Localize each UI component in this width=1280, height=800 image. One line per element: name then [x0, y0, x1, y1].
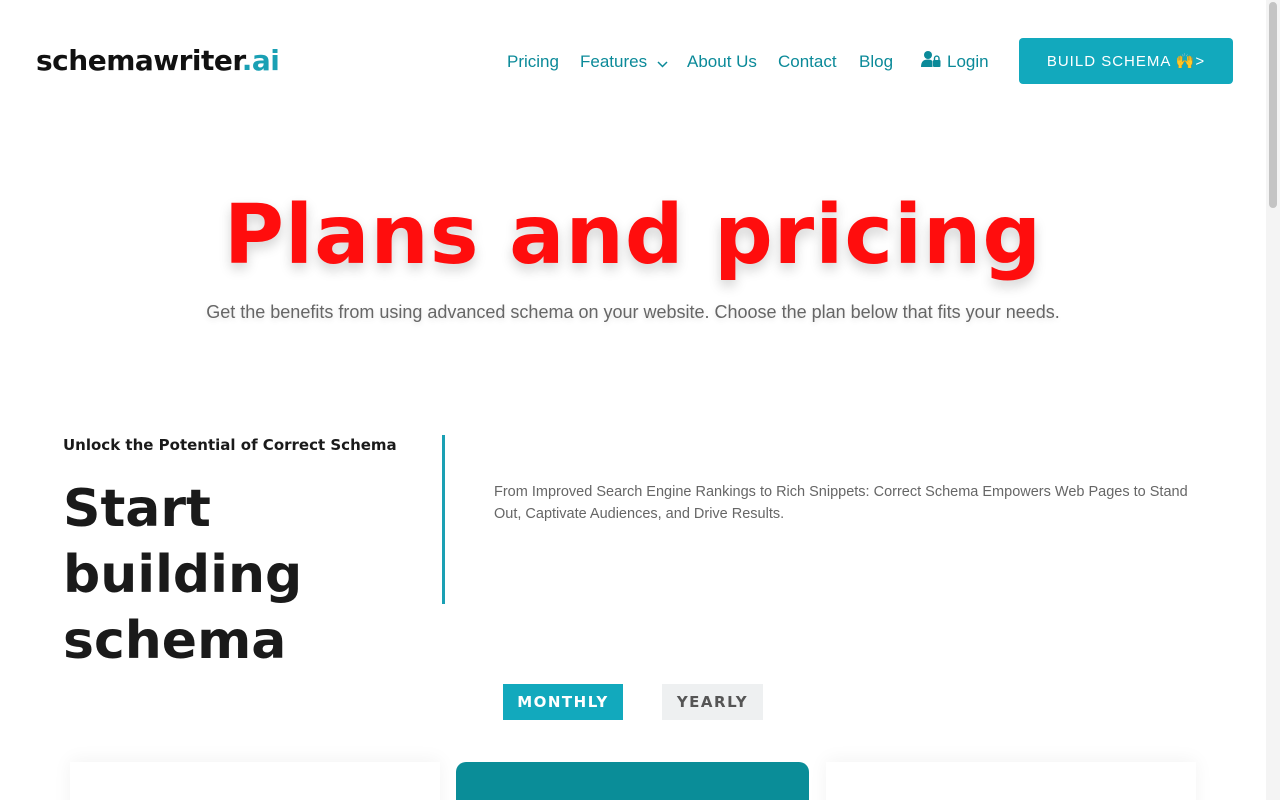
billing-yearly-toggle[interactable]: YEARLY [662, 684, 763, 720]
billing-monthly-toggle[interactable]: MONTHLY [503, 684, 623, 720]
pricing-card-featured [456, 762, 809, 800]
intro-title: Start building schema [63, 479, 303, 671]
pricing-card-right [826, 762, 1196, 800]
site-header: schemawriter.ai Pricing Features About U… [0, 0, 1266, 122]
intro-eyebrow: Unlock the Potential of Correct Schema [63, 436, 397, 454]
nav-pricing[interactable]: Pricing [507, 50, 559, 74]
vertical-divider [442, 435, 445, 604]
site-logo[interactable]: schemawriter.ai [36, 44, 280, 78]
logo-name: schemawriter [36, 44, 242, 77]
nav-contact[interactable]: Contact [778, 50, 837, 74]
page-scrollbar[interactable] [1266, 0, 1280, 800]
nav-about-us[interactable]: About Us [687, 50, 757, 74]
pricing-card-left [70, 762, 440, 800]
build-schema-button[interactable]: BUILD SCHEMA 🙌> [1019, 38, 1233, 84]
scrollbar-thumb[interactable] [1269, 2, 1277, 208]
logo-tld: .ai [241, 44, 280, 77]
page-subtitle: Get the benefits from using advanced sch… [206, 302, 1060, 322]
intro-description: From Improved Search Engine Rankings to … [494, 484, 1188, 522]
nav-features-label: Features [580, 52, 648, 71]
page-title: Plans and pricing [223, 188, 1043, 283]
nav-login[interactable]: Login [921, 50, 989, 75]
chevron-down-icon [657, 51, 668, 75]
nav-login-label: Login [947, 52, 989, 71]
user-lock-icon [921, 50, 941, 75]
nav-features[interactable]: Features [580, 50, 668, 75]
nav-blog[interactable]: Blog [859, 50, 893, 74]
